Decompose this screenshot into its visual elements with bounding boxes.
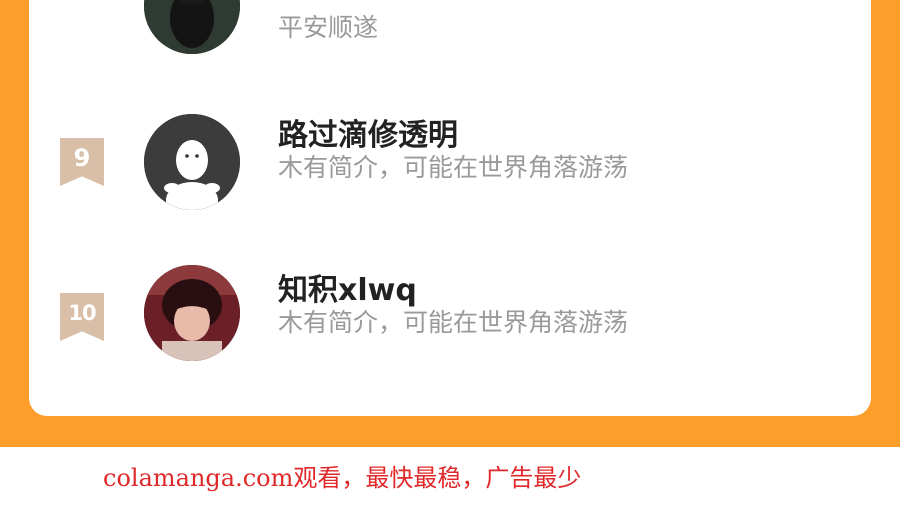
user-bio: 木有简介，可能在世界角落游荡: [278, 153, 629, 182]
avatar[interactable]: [144, 265, 240, 361]
avatar[interactable]: [144, 114, 240, 210]
user-bio: 平安顺遂: [278, 13, 379, 42]
rank-badge: 10: [60, 293, 104, 341]
rank-badge: 9: [60, 138, 104, 186]
anime-avatar-image: [144, 265, 240, 361]
default-avatar-icon: [144, 114, 240, 210]
avatar[interactable]: [144, 0, 240, 54]
watermark-text: colamanga.com观看，最快最稳，广告最少: [103, 464, 582, 492]
list-item[interactable]: 9 路过滴修透明 木有简介，可能在世界角落游荡: [29, 110, 871, 220]
ranking-card: 8 平安顺遂 9 路过滴修透明 木有简介，可: [29, 0, 871, 416]
user-bio: 木有简介，可能在世界角落游荡: [278, 308, 629, 337]
avatar-image: [144, 0, 240, 54]
list-item[interactable]: 8 平安顺遂: [29, 0, 871, 54]
list-item[interactable]: 10 知积xlwq 木有简介，可能在世界角落游荡: [29, 265, 871, 375]
